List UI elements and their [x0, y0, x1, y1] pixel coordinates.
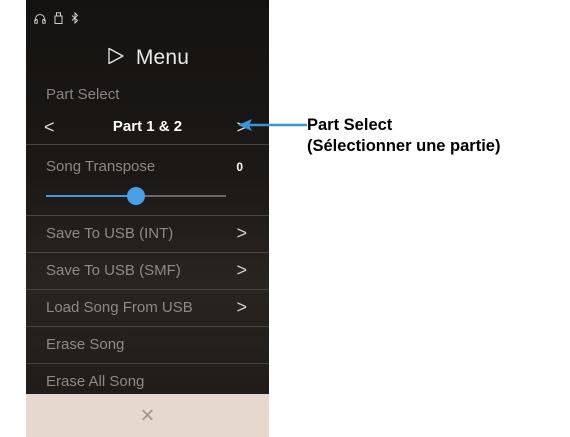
play-outline-icon [106, 46, 126, 71]
headphones-icon [34, 13, 46, 24]
menu-item-label: Load Song From USB [46, 299, 193, 316]
part-select-label: Part Select [46, 86, 120, 103]
menu-item-label: Erase Song [46, 336, 125, 353]
close-icon[interactable]: × [140, 403, 154, 428]
song-transpose-label: Song Transpose [46, 158, 156, 175]
menu-header[interactable]: Menu [26, 40, 269, 76]
annotation-arrow [238, 119, 307, 131]
part-select-value: Part 1 & 2 [112, 118, 183, 135]
menu-item-label: Save To USB (SMF) [46, 262, 181, 279]
menu-item-load-song-usb[interactable]: Load Song From USB > [26, 289, 269, 326]
song-transpose-value: 0 [236, 160, 243, 174]
slider-fill [46, 195, 136, 197]
chevron-right-icon: > [236, 297, 247, 317]
menu-item-erase-song[interactable]: Erase Song [26, 326, 269, 363]
chevron-right-icon: > [236, 223, 247, 243]
status-bar [34, 12, 79, 24]
menu-item-save-usb-smf[interactable]: Save To USB (SMF) > [26, 252, 269, 289]
menu-list: Save To USB (INT) > Save To USB (SMF) > … [26, 215, 269, 400]
menu-item-label: Erase All Song [46, 373, 145, 390]
callout-subtitle: (Sélectionner une partie) [307, 137, 501, 155]
bluetooth-icon [71, 12, 79, 24]
part-select-row: < Part 1 & 2 > [26, 110, 269, 144]
menu-item-label: Save To USB (INT) [46, 225, 174, 242]
menu-title: Menu [135, 46, 190, 69]
menu-screen: Menu Part Select < Part 1 & 2 > Song Tra… [26, 0, 269, 437]
close-bar[interactable]: × [26, 394, 269, 437]
song-transpose-slider[interactable] [46, 187, 226, 205]
chevron-right-icon: > [236, 260, 247, 280]
usb-icon [54, 12, 63, 24]
callout-title: Part Select [307, 116, 393, 134]
song-transpose-row: Song Transpose 0 [26, 150, 269, 210]
slider-thumb[interactable] [127, 187, 145, 205]
menu-item-save-usb-int[interactable]: Save To USB (INT) > [26, 215, 269, 252]
divider [26, 144, 269, 145]
annotation-callout: Part Select (Sélectionner une partie) [307, 115, 500, 157]
